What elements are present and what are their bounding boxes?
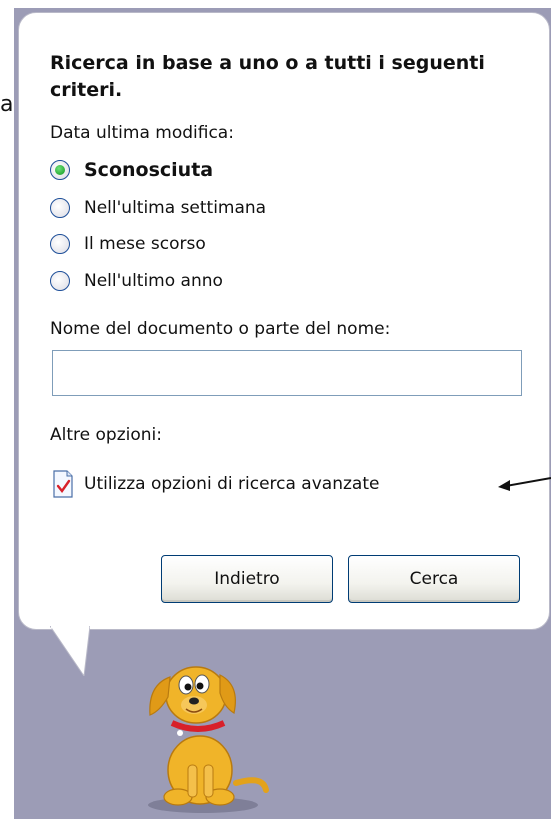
date-option-last-year[interactable]: Nell'ultimo anno: [50, 268, 223, 294]
date-option-last-week[interactable]: Nell'ultima settimana: [50, 195, 266, 221]
other-options-label: Altre opzioni:: [50, 425, 162, 445]
date-label: Data ultima modifica:: [50, 123, 234, 143]
stray-text: a: [0, 92, 14, 117]
back-button[interactable]: Indietro: [161, 555, 333, 603]
document-check-icon: [53, 470, 73, 498]
advanced-search-link[interactable]: Utilizza opzioni di ricerca avanzate: [52, 470, 379, 498]
search-title: Ricerca in base a uno o a tutti i seguen…: [50, 52, 485, 101]
name-label: Nome del documento o parte del nome:: [50, 319, 391, 339]
date-option-label: Sconosciuta: [84, 159, 214, 181]
date-option-label: Nell'ultima settimana: [84, 198, 267, 218]
radio-button[interactable]: [50, 234, 70, 254]
date-option-unknown[interactable]: Sconosciuta: [50, 157, 213, 183]
document-name-input[interactable]: [52, 350, 522, 396]
date-option-label: Nell'ultimo anno: [84, 271, 223, 291]
date-option-label: Il mese scorso: [84, 234, 206, 254]
pointer-arrow-icon: [498, 477, 551, 491]
dog-assistant-icon[interactable]: [128, 655, 278, 815]
radio-button[interactable]: [50, 198, 70, 218]
balloon-tail: [50, 626, 90, 676]
search-button[interactable]: Cerca: [348, 555, 520, 603]
radio-button-checked[interactable]: [50, 160, 70, 180]
date-option-last-month[interactable]: Il mese scorso: [50, 231, 206, 257]
radio-button[interactable]: [50, 271, 70, 291]
advanced-search-label: Utilizza opzioni di ricerca avanzate: [84, 474, 380, 494]
